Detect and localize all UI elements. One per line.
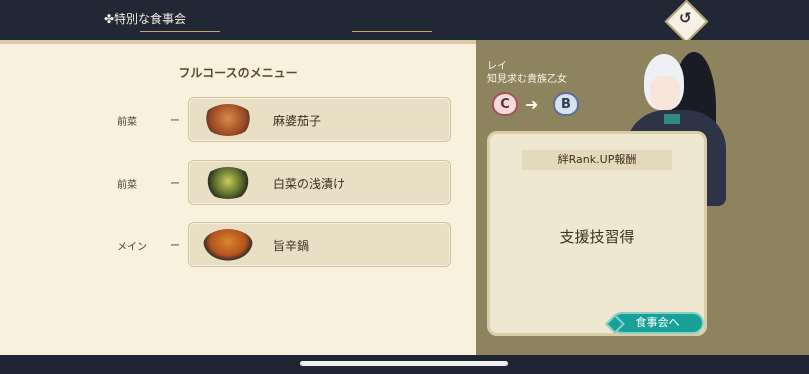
course-dash: ー [170, 116, 180, 127]
back-arrow-icon: ↺ [679, 9, 692, 28]
arrow-right-icon: ➜ [525, 95, 539, 114]
ornament-right [352, 31, 432, 32]
dish-item-mabo[interactable]: 麻婆茄子 [188, 97, 451, 142]
dish-name: 麻婆茄子 [273, 114, 322, 128]
course-label: 前菜 [117, 180, 137, 191]
dish-name: 旨辛鍋 [273, 239, 310, 253]
dish-item-pickles[interactable]: 白菜の浅漬け [188, 160, 451, 205]
course-label: 前菜 [117, 117, 137, 128]
go-to-dinner-button[interactable]: 食事会へ [611, 312, 704, 334]
reward-text: 支援技習得 [559, 228, 635, 246]
course-dash: ー [170, 179, 180, 190]
menu-title: フルコースのメニュー [178, 66, 298, 80]
home-indicator[interactable] [300, 361, 508, 366]
dish-name: 白菜の浅漬け [273, 177, 346, 191]
spicy-hotpot-icon [203, 229, 253, 261]
dish-item-hotpot[interactable]: 旨辛鍋 [188, 222, 451, 267]
page-title: ✤特別な食事会 [104, 12, 187, 26]
rank-c-heart-icon: C [492, 92, 518, 116]
course-dash: ー [170, 241, 180, 252]
reward-header: 絆Rank.UP報酬 [522, 150, 672, 170]
ornament-left [140, 31, 220, 32]
mabo-eggplant-dish-icon [203, 104, 253, 136]
course-label: メイン [117, 242, 147, 253]
pickled-cabbage-dish-icon [203, 167, 253, 199]
rank-b-heart-icon: B [553, 92, 579, 116]
character-title: 知見求む貴族乙女 [487, 74, 567, 85]
